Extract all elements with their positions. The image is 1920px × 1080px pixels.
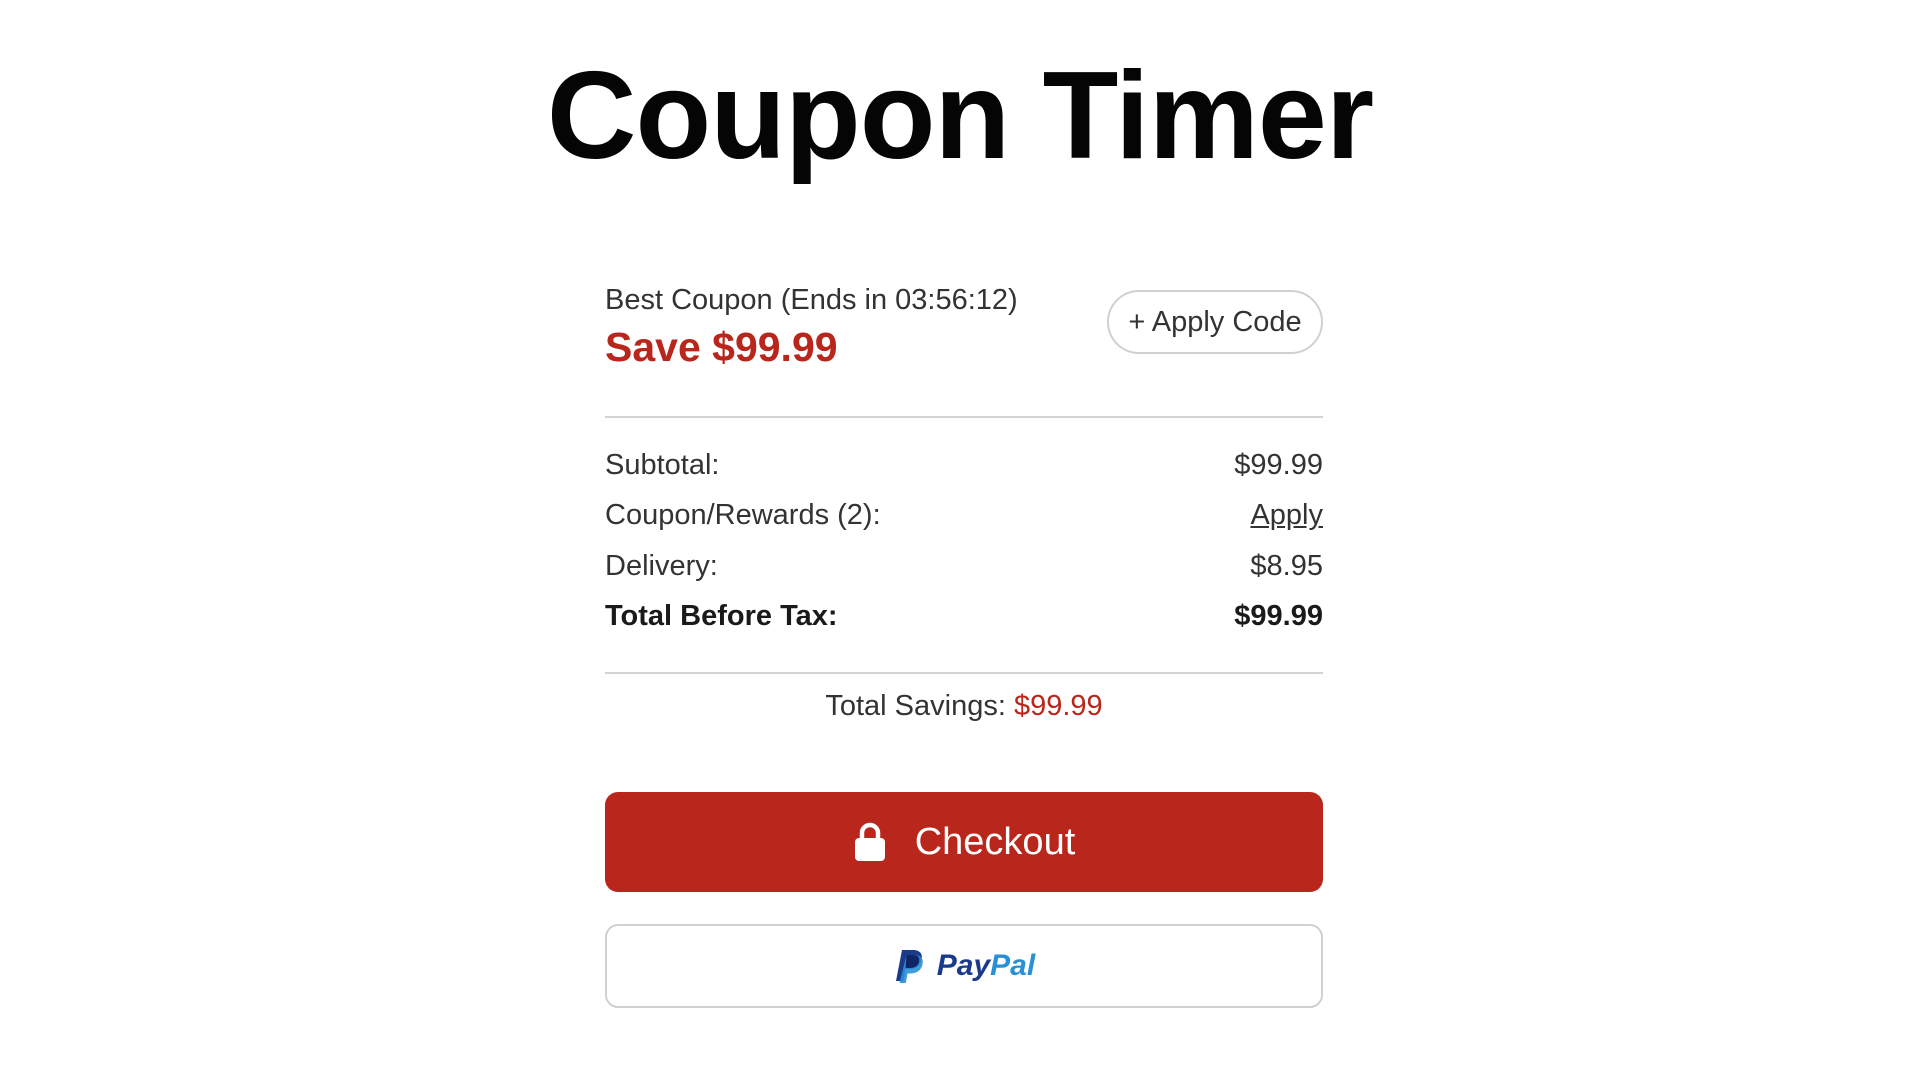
- paypal-button[interactable]: PayPal: [605, 924, 1323, 1008]
- subtotal-row: Subtotal: $99.99: [605, 440, 1323, 491]
- coupon-section: Best Coupon (Ends in 03:56:12) Save $99.…: [605, 280, 1323, 416]
- order-summary: Subtotal: $99.99 Coupon/Rewards (2): App…: [605, 418, 1323, 672]
- page-title: Coupon Timer: [546, 47, 1374, 185]
- coupon-timer-caption: Best Coupon (Ends in 03:56:12): [605, 284, 1018, 316]
- apply-coupon-link[interactable]: Apply: [1250, 499, 1323, 532]
- cart-summary-card: Best Coupon (Ends in 03:56:12) Save $99.…: [605, 280, 1323, 1008]
- total-savings-label: Total Savings:: [825, 690, 1014, 722]
- subtotal-value: $99.99: [1234, 448, 1323, 481]
- total-before-tax-value: $99.99: [1234, 600, 1323, 633]
- total-before-tax-row: Total Before Tax: $99.99: [605, 592, 1323, 643]
- delivery-label: Delivery:: [605, 549, 718, 582]
- apply-code-button[interactable]: + Apply Code: [1107, 290, 1323, 354]
- delivery-row: Delivery: $8.95: [605, 541, 1323, 592]
- delivery-value: $8.95: [1250, 549, 1323, 582]
- coupon-rewards-label: Coupon/Rewards (2):: [605, 499, 881, 532]
- lock-icon: [854, 822, 885, 861]
- subtotal-label: Subtotal:: [605, 448, 720, 481]
- total-savings: Total Savings: $99.99: [605, 674, 1323, 750]
- paypal-text-pay: Pay: [936, 949, 991, 982]
- paypal-logo: PayPal: [893, 948, 1035, 984]
- checkout-label: Checkout: [914, 820, 1076, 863]
- paypal-text-pal: Pal: [990, 949, 1036, 982]
- coupon-save-amount: Save $99.99: [605, 324, 838, 370]
- coupon-rewards-row: Coupon/Rewards (2): Apply: [605, 491, 1323, 542]
- total-savings-amount: $99.99: [1013, 690, 1103, 722]
- total-before-tax-label: Total Before Tax:: [605, 600, 838, 633]
- paypal-icon: [895, 950, 923, 983]
- checkout-button[interactable]: Checkout: [605, 792, 1323, 892]
